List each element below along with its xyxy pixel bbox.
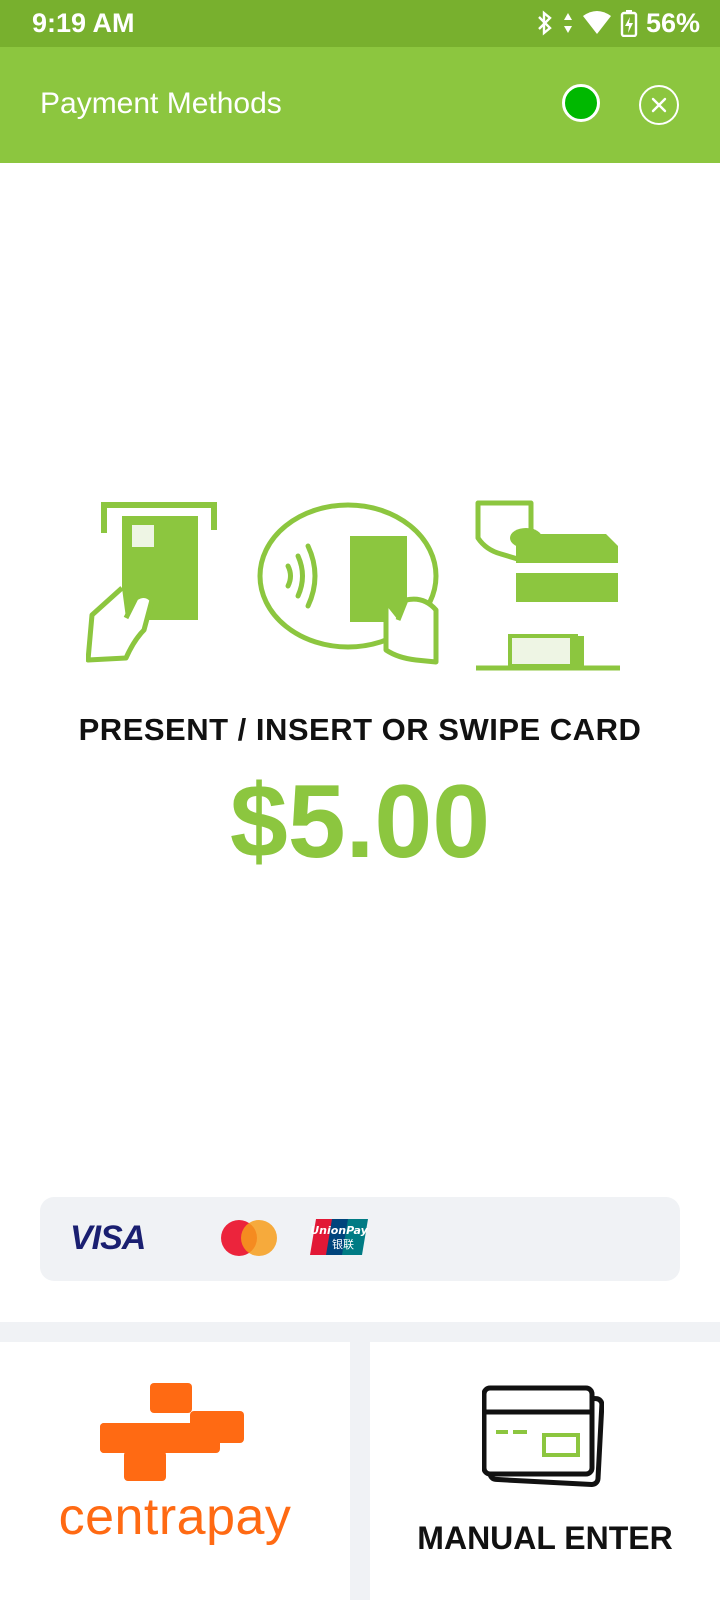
- contactless-tap-icon: [257, 502, 439, 665]
- card-methods-illustration: [86, 500, 620, 671]
- app-bar: Payment Methods: [0, 47, 720, 163]
- centrapay-logo-icon: [100, 1383, 244, 1481]
- centrapay-option-button[interactable]: centrapay: [0, 1342, 350, 1600]
- status-icons: 4 56%: [536, 6, 700, 40]
- centrapay-label: centrapay: [58, 1488, 292, 1546]
- close-button[interactable]: [639, 85, 679, 125]
- svg-text:4: 4: [601, 26, 607, 36]
- status-bar: 9:19 AM 4 56%: [0, 0, 720, 47]
- connection-status-indicator: [562, 84, 600, 122]
- close-icon: [651, 97, 667, 113]
- payment-amount: $5.00: [229, 764, 491, 880]
- unionpay-logo: UnionPay 银联: [310, 1219, 368, 1255]
- manual-enter-button[interactable]: MANUAL ENTER: [370, 1342, 720, 1600]
- insert-card-icon: [86, 502, 217, 663]
- page-title: Payment Methods: [40, 87, 282, 120]
- visa-logo: VISA: [70, 1219, 146, 1257]
- unionpay-text: UnionPay: [310, 1224, 368, 1237]
- card-instruction: PRESENT / INSERT OR SWIPE CARD: [78, 712, 642, 747]
- data-arrows-icon: [563, 13, 572, 33]
- battery-charging-icon: [620, 10, 638, 37]
- mastercard-logo: [221, 1220, 277, 1256]
- bluetooth-icon: [538, 10, 552, 36]
- accepted-cards-panel: VISA UnionPay 银联: [40, 1197, 680, 1281]
- status-time: 9:19 AM: [32, 8, 135, 38]
- cards-icon: [482, 1385, 604, 1487]
- wifi-icon: 4: [582, 11, 611, 36]
- unionpay-chinese-text: 银联: [332, 1237, 354, 1251]
- manual-enter-label: MANUAL ENTER: [417, 1520, 673, 1556]
- swipe-card-icon: [475, 500, 620, 671]
- battery-percent: 56%: [645, 7, 700, 38]
